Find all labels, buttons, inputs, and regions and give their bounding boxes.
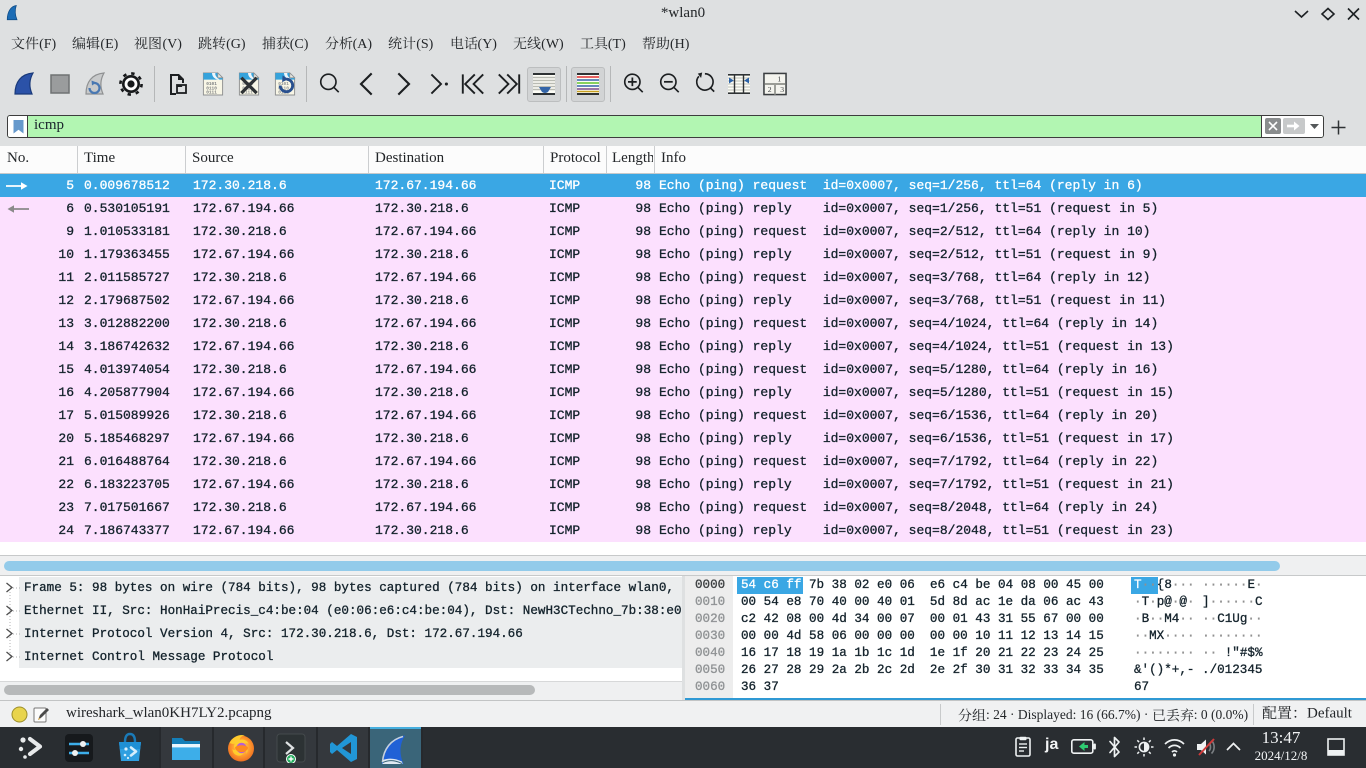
svg-text:0111: 0111 [206,90,217,96]
svg-text:3: 3 [780,85,784,94]
svg-text:2: 2 [768,85,772,94]
svg-text:1: 1 [777,75,781,84]
